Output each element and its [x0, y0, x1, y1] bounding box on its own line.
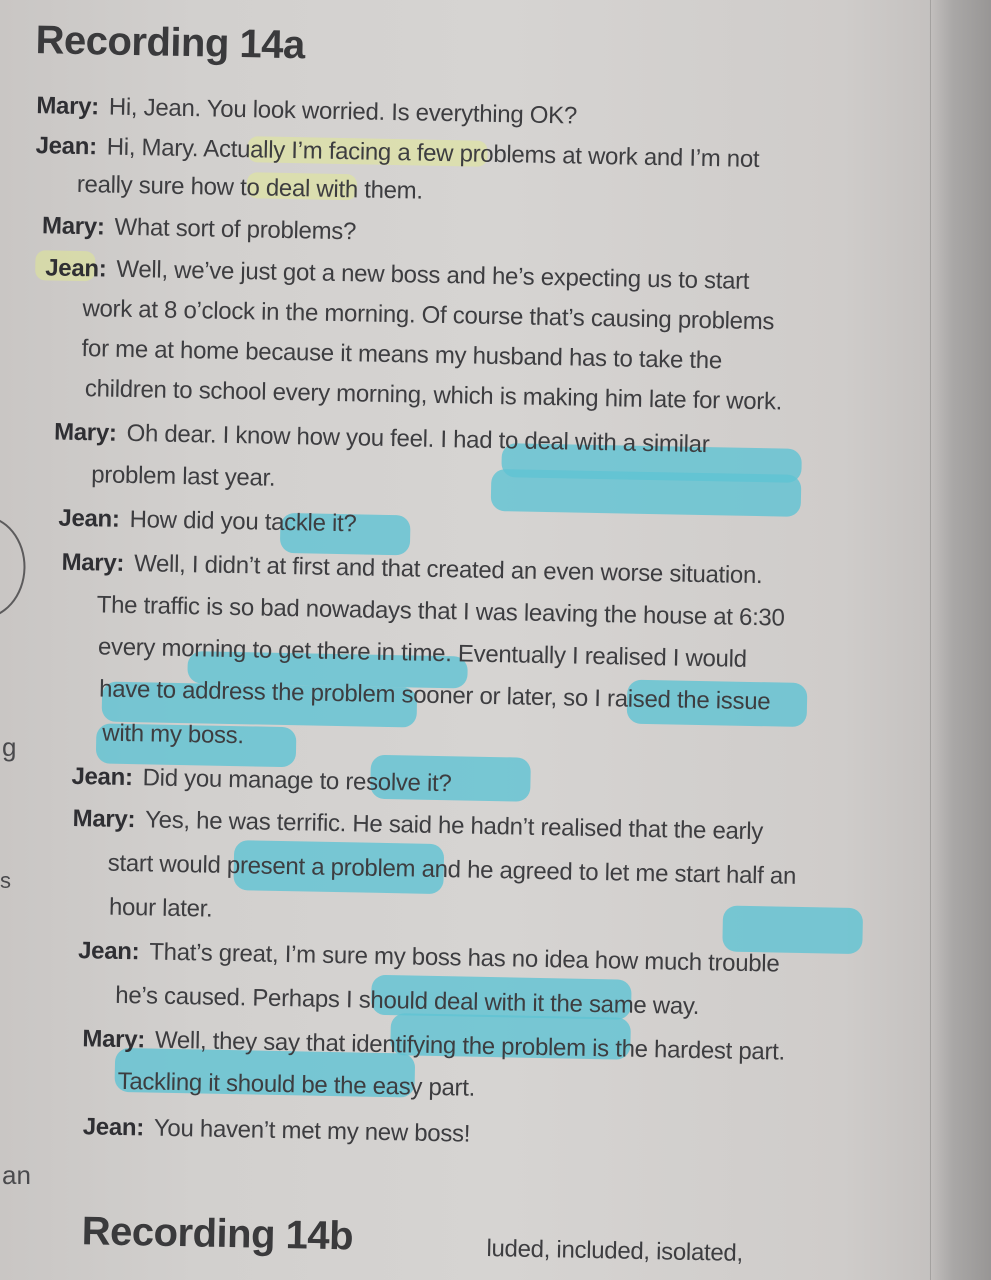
speaker-label: Mary:: [36, 92, 100, 121]
dialogue-line: Jean: You haven’t met my new boss!: [82, 1111, 471, 1150]
line-text: Yes, he was terrific. He said he hadn’t …: [144, 806, 764, 846]
speaker-label: Mary:: [61, 548, 125, 577]
dialogue-line: Mary: What sort of problems?: [42, 210, 357, 248]
dialogue-line: work at 8 o’clock in the morning. Of cou…: [82, 293, 774, 338]
line-text: Tackling it should be the easy part.: [117, 1067, 476, 1102]
dialogue-line: Tackling it should be the easy part.: [117, 1066, 475, 1105]
line-text: really sure how to deal with them.: [76, 170, 424, 205]
speaker-label: Jean:: [35, 132, 98, 161]
line-text: hour later.: [108, 893, 213, 923]
blue-highlight: [490, 468, 802, 517]
speaker-label: Jean:: [71, 762, 133, 792]
line-text: children to school every morning, which …: [84, 375, 783, 416]
blue-highlight: [722, 905, 864, 955]
dialogue-line: Mary: Oh dear. I know how you feel. I had…: [54, 417, 710, 462]
speaker-label: Jean:: [58, 504, 120, 533]
speaker-label: Jean:: [44, 254, 107, 283]
line-text: You haven’t met my new boss!: [153, 1114, 471, 1148]
dialogue-line: Mary: Well, I didn’t at first and that cr…: [61, 547, 762, 592]
line-text: Oh dear. I know how you feel. I had to d…: [126, 419, 710, 459]
margin-letter: an: [2, 1160, 31, 1190]
dialogue-line: Jean: That’s great, I’m sure my boss has …: [78, 935, 780, 980]
line-text: The traffic is so bad nowadays that I wa…: [96, 591, 785, 632]
speaker-label: Mary:: [82, 1025, 146, 1054]
dialogue-line: hour later.: [109, 892, 213, 926]
recording-title: Recording 14b: [81, 1209, 354, 1259]
page-fold-shadow: [929, 0, 991, 1280]
pencil-bracket-mark: [0, 514, 27, 621]
line-text: Hi, Mary. Actually I’m facing a few prob…: [106, 133, 760, 174]
line-text: How did you tackle it?: [129, 506, 357, 538]
line-text: with my boss.: [102, 719, 245, 750]
dialogue-line: Jean: Hi, Mary. Actually I’m facing a few…: [35, 130, 759, 176]
margin-letter: g: [2, 732, 17, 762]
speaker-label: Jean:: [77, 937, 140, 966]
recording-title: Recording 14a: [35, 18, 306, 68]
dialogue-line: The traffic is so bad nowadays that I wa…: [96, 589, 785, 634]
speaker-label: Mary:: [41, 212, 105, 241]
dialogue-line: children to school every morning, which …: [85, 373, 783, 418]
line-text: problem last year.: [91, 461, 276, 492]
margin-letter: s: [0, 868, 11, 893]
line-text: work at 8 o’clock in the morning. Of cou…: [82, 295, 775, 336]
dialogue-line: problem last year.: [91, 459, 276, 495]
dialogue-line: Mary: Yes, he was terrific. He said he ha…: [72, 803, 763, 848]
textbook-page: Recording 14a Mary: Hi, Jean. You look wo…: [0, 0, 991, 1280]
line-text: Did you manage to resolve it?: [142, 764, 452, 798]
line-text: What sort of problems?: [114, 213, 357, 246]
speaker-label: Jean:: [82, 1113, 145, 1142]
page-content: Recording 14a Mary: Hi, Jean. You look wo…: [0, 0, 991, 1280]
dialogue-line: Jean: Well, we’ve just got a new boss and…: [45, 252, 750, 298]
dialogue-line: start would present a problem and he agr…: [108, 848, 797, 893]
dialogue-line: Jean: How did you tackle it?: [58, 503, 357, 541]
dialogue-line: for me at home because it means my husba…: [81, 333, 722, 377]
word-list-fragment: luded, included, isolated,: [486, 1234, 744, 1267]
speaker-label: Mary:: [72, 804, 136, 834]
line-text: That’s great, I’m sure my boss has no id…: [149, 938, 780, 978]
line-text: Well, I didn’t at first and that created…: [133, 550, 763, 590]
line-text: Well, we’ve just got a new boss and he’s…: [116, 255, 750, 295]
speaker-label: Mary:: [53, 418, 117, 447]
line-text: start would present a problem and he agr…: [107, 849, 797, 890]
dialogue-line: Mary: Hi, Jean. You look worried. Is ever…: [36, 90, 577, 132]
dialogue-line: Jean: Did you manage to resolve it?: [71, 761, 452, 800]
line-text: for me at home because it means my husba…: [81, 335, 723, 375]
dialogue-line: with my boss.: [102, 718, 244, 753]
line-text: Hi, Jean. You look worried. Is everythin…: [108, 93, 578, 130]
dialogue-line: really sure how to deal with them.: [77, 169, 424, 208]
page-fold-line: [930, 0, 931, 1280]
